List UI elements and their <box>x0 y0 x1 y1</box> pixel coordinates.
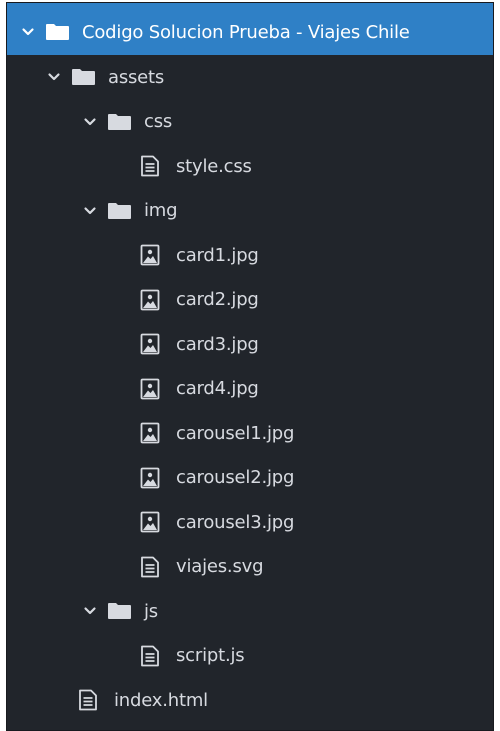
tree-item-label: js <box>144 600 158 622</box>
tree-item-label: carousel3.jpg <box>176 511 295 533</box>
tree-item-label: card2.jpg <box>176 289 259 311</box>
tree-item-viajes-svg[interactable]: viajes.svg <box>7 545 493 590</box>
tree-item-label: card1.jpg <box>176 244 259 266</box>
image-file-icon <box>140 244 160 266</box>
folder-icon <box>107 202 132 220</box>
tree-item-label: assets <box>108 66 165 88</box>
text-file-icon <box>78 689 98 711</box>
tree-item-label: style.css <box>176 155 252 177</box>
file-tree: Codigo Solucion Prueba - Viajes Chile as… <box>7 3 493 723</box>
chevron-down-icon[interactable] <box>83 204 97 218</box>
tree-item-img[interactable]: img <box>7 189 493 234</box>
tree-item-label: css <box>144 111 173 133</box>
chevron-down-icon[interactable] <box>83 604 97 618</box>
tree-item-image-file[interactable]: card4.jpg <box>7 367 493 412</box>
tree-item-label: script.js <box>176 645 245 667</box>
folder-icon <box>45 23 70 41</box>
image-file-icon <box>140 289 160 311</box>
tree-item-index-html[interactable]: index.html <box>7 678 493 723</box>
tree-item-root-folder[interactable]: Codigo Solucion Prueba - Viajes Chile <box>7 3 493 55</box>
tree-item-image-file[interactable]: carousel1.jpg <box>7 411 493 456</box>
folder-icon <box>107 113 132 131</box>
tree-item-label: card3.jpg <box>176 333 259 355</box>
tree-item-label: carousel1.jpg <box>176 422 295 444</box>
tree-item-label: carousel2.jpg <box>176 467 295 489</box>
image-file-icon <box>140 511 160 533</box>
tree-item-label: card4.jpg <box>176 378 259 400</box>
tree-item-label: index.html <box>114 689 208 711</box>
tree-item-css[interactable]: css <box>7 100 493 145</box>
tree-item-image-file[interactable]: carousel2.jpg <box>7 456 493 501</box>
tree-item-assets[interactable]: assets <box>7 55 493 100</box>
image-file-icon <box>140 467 160 489</box>
text-file-icon <box>140 556 160 578</box>
image-file-icon <box>140 422 160 444</box>
tree-item-style-css[interactable]: style.css <box>7 144 493 189</box>
image-file-icon <box>140 333 160 355</box>
image-file-icon <box>140 378 160 400</box>
tree-item-label: Codigo Solucion Prueba - Viajes Chile <box>82 21 410 43</box>
tree-item-label: img <box>144 200 178 222</box>
chevron-down-icon[interactable] <box>47 70 61 84</box>
chevron-down-icon[interactable] <box>83 115 97 129</box>
chevron-down-icon[interactable] <box>21 25 35 39</box>
tree-item-image-file[interactable]: card1.jpg <box>7 233 493 278</box>
tree-item-image-file[interactable]: card2.jpg <box>7 278 493 323</box>
tree-item-label: viajes.svg <box>176 556 264 578</box>
folder-icon <box>107 602 132 620</box>
text-file-icon <box>140 155 160 177</box>
tree-item-script-js[interactable]: script.js <box>7 634 493 679</box>
folder-icon <box>71 68 96 86</box>
tree-item-js[interactable]: js <box>7 589 493 634</box>
tree-item-image-file[interactable]: carousel3.jpg <box>7 500 493 545</box>
file-explorer: Codigo Solucion Prueba - Viajes Chile as… <box>6 2 494 731</box>
text-file-icon <box>140 645 160 667</box>
tree-item-image-file[interactable]: card3.jpg <box>7 322 493 367</box>
